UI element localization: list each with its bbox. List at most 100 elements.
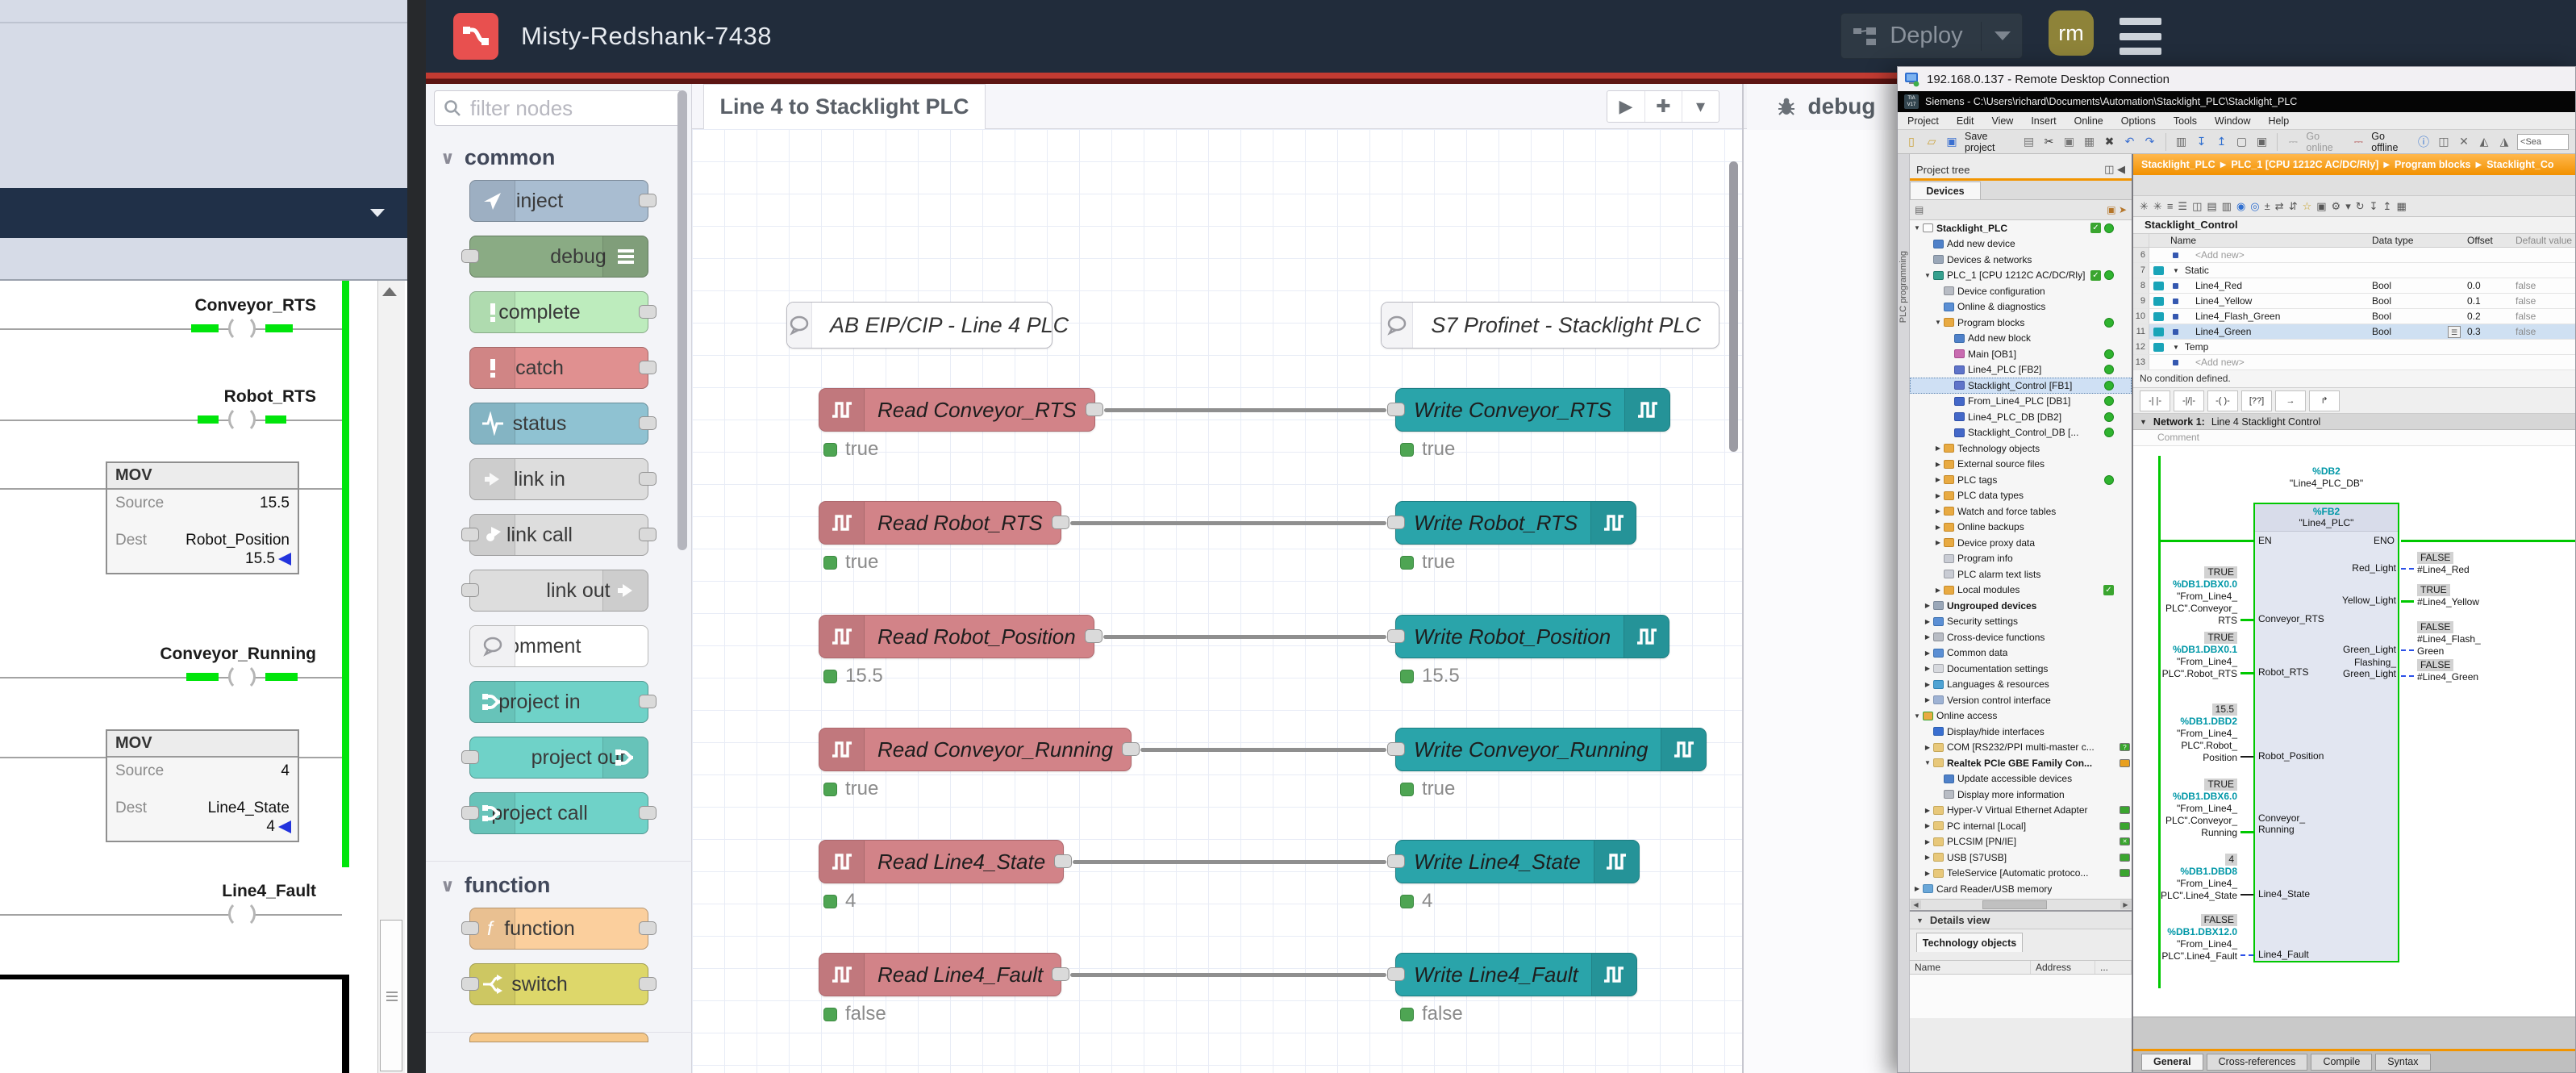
editor-tool-10[interactable]: ⇄ xyxy=(2275,200,2284,213)
tree-expander[interactable]: ▶ xyxy=(1934,445,1942,452)
output-port[interactable] xyxy=(639,806,657,820)
input-port[interactable] xyxy=(1387,742,1405,756)
editor-tool-14[interactable]: ⚙ xyxy=(2332,200,2341,213)
palette-node-project-in[interactable]: project in xyxy=(469,681,648,723)
tree-item-stacklight-control-db-[interactable]: Stacklight_Control_DB [... xyxy=(1910,425,2132,441)
palette-section-header-function[interactable]: ∨function xyxy=(426,862,692,908)
output-port[interactable] xyxy=(639,416,657,430)
flow-node-read[interactable]: Read Conveyor_RTS xyxy=(819,388,1095,432)
input-port[interactable] xyxy=(1387,403,1405,416)
tree-expander[interactable]: ▶ xyxy=(1924,602,1932,609)
palette-node-status[interactable]: status xyxy=(469,403,648,445)
tree-expander[interactable]: ▶ xyxy=(1934,492,1942,499)
breadcrumb-item[interactable]: Stacklight_Co xyxy=(2486,159,2553,170)
palette-node-link-call[interactable]: link call xyxy=(469,514,648,556)
cut-icon[interactable]: ✂ xyxy=(2042,135,2057,148)
tia-left-dock-strip[interactable]: PLC programming xyxy=(1898,154,1910,1072)
flow-canvas[interactable]: AB EIP/CIP - Line 4 PLCS7 Profinet - Sta… xyxy=(692,129,1742,1073)
input-port[interactable] xyxy=(461,977,479,991)
tree-expander[interactable]: ▶ xyxy=(1934,461,1942,468)
palette-node-project-call[interactable]: project call xyxy=(469,792,648,834)
table-row-11[interactable]: 11Line4_GreenBool☰0.3false✓ xyxy=(2133,324,2575,340)
input-port[interactable] xyxy=(461,528,479,541)
scroll-left-icon[interactable]: ◀ xyxy=(1911,900,1921,909)
table-row-7[interactable]: 7▼Static xyxy=(2133,263,2575,278)
editor-tool-3[interactable]: ☰ xyxy=(2178,200,2187,213)
studio5000-collapsed-titlebar[interactable] xyxy=(0,188,407,238)
palette-node-function[interactable]: ffunction xyxy=(469,908,648,950)
tree-expander[interactable]: ▶ xyxy=(1934,476,1942,483)
scrollbar-thumb[interactable] xyxy=(380,920,402,1071)
redo-icon[interactable]: ↷ xyxy=(2143,135,2157,148)
tree-item-update-accessible-devices[interactable]: Update accessible devices xyxy=(1910,771,2132,787)
tree-item-online-access[interactable]: ▼Online access xyxy=(1910,708,2132,724)
output-port[interactable] xyxy=(639,528,657,541)
undo-icon[interactable]: ↶ xyxy=(2123,135,2137,148)
mov-instruction-block[interactable]: MOVSource4DestLine4_State4 xyxy=(106,729,299,842)
output-port[interactable] xyxy=(639,194,657,207)
deploy-button[interactable]: Deploy xyxy=(1840,13,2023,59)
tree-expander[interactable]: ▶ xyxy=(1924,870,1932,877)
editor-tool-7[interactable]: ◉ xyxy=(2236,200,2245,213)
deploy-options-caret[interactable] xyxy=(1995,31,2011,40)
editor-tool-13[interactable]: ▣ xyxy=(2316,200,2326,213)
group-expander[interactable]: ▼ xyxy=(2173,267,2179,274)
menu-tools[interactable]: Tools xyxy=(2174,115,2197,127)
breadcrumb-item[interactable]: PLC_1 [CPU 1212C AC/DC/Rly] xyxy=(2231,159,2378,170)
tree-item-external-source-files[interactable]: ▶External source files xyxy=(1910,457,2132,473)
tree-item-line4-plc-db-db2-[interactable]: Line4_PLC_DB [DB2] xyxy=(1910,409,2132,425)
tree-item-display-hide-interfaces[interactable]: Display/hide interfaces xyxy=(1910,724,2132,740)
editor-tool-12[interactable]: ☆ xyxy=(2303,200,2312,213)
tree-expander[interactable]: ▼ xyxy=(1934,319,1942,326)
output-port[interactable] xyxy=(1086,403,1103,416)
split-vertical-icon[interactable]: ◮ xyxy=(2497,135,2511,148)
menu-options[interactable]: Options xyxy=(2121,115,2156,127)
tree-item-from-line4-plc-db1-[interactable]: From_Line4_PLC [DB1] xyxy=(1910,394,2132,410)
tia-search-input[interactable] xyxy=(2517,134,2569,150)
editor-tool-8[interactable]: ◎ xyxy=(2250,200,2259,213)
flow-tab[interactable]: Line 4 to Stacklight PLC xyxy=(703,84,986,129)
tree-expander[interactable]: ▶ xyxy=(1934,587,1942,594)
output-port[interactable] xyxy=(639,921,657,935)
flow-node-write[interactable]: Write Conveyor_Running xyxy=(1395,728,1707,771)
output-port[interactable] xyxy=(1122,742,1140,756)
tree-item-security-settings[interactable]: ▶Security settings xyxy=(1910,614,2132,630)
breadcrumb-item[interactable]: Program blocks xyxy=(2395,159,2470,170)
tree-item-technology-objects[interactable]: ▶Technology objects xyxy=(1910,440,2132,457)
flow-wire[interactable] xyxy=(1070,973,1386,977)
main-menu-button[interactable] xyxy=(2120,18,2161,55)
compile-icon[interactable]: ▥ xyxy=(2174,135,2188,148)
add-flow-button[interactable]: ✚ xyxy=(1644,91,1682,122)
tree-item-plcsim-pn-ie-[interactable]: ▶PLCSIM [PN/IE]✕ xyxy=(1910,834,2132,850)
devices-tab[interactable]: Devices xyxy=(1910,182,1981,199)
details-view-header[interactable]: ▼ Details view xyxy=(1910,912,2132,929)
tree-item-main-ob1-[interactable]: Main [OB1] xyxy=(1910,346,2132,362)
table-row-12[interactable]: 12▼Temp xyxy=(2133,340,2575,355)
palette-node-link-out[interactable]: link out xyxy=(469,570,648,612)
palette-scrollbar-thumb[interactable] xyxy=(677,90,687,550)
output-port[interactable] xyxy=(639,472,657,486)
tree-expander[interactable]: ▼ xyxy=(1924,272,1932,279)
palette-node-complete[interactable]: complete xyxy=(469,291,648,333)
editor-tool-0[interactable]: ✳ xyxy=(2140,200,2149,213)
canvas-vertical-scrollbar[interactable] xyxy=(1729,161,1738,452)
tree-item-online-backups[interactable]: ▶Online backups xyxy=(1910,520,2132,536)
tree-item-plc-tags[interactable]: ▶PLC tags xyxy=(1910,472,2132,488)
palette-node-inject[interactable]: inject xyxy=(469,180,648,222)
network-comment[interactable]: Comment xyxy=(2133,430,2575,446)
go-offline-label[interactable]: Go offline xyxy=(2371,131,2411,153)
palette-node-comment[interactable]: comment xyxy=(469,625,648,667)
breadcrumb[interactable]: Stacklight_PLC▶PLC_1 [CPU 1212C AC/DC/Rl… xyxy=(2133,154,2575,175)
scroll-up-icon[interactable] xyxy=(382,287,397,296)
save-project-label[interactable]: Save project xyxy=(1965,131,2016,153)
table-row-6[interactable]: 6<Add new> xyxy=(2133,248,2575,263)
flow-wire[interactable] xyxy=(1103,635,1386,639)
menu-online[interactable]: Online xyxy=(2074,115,2103,127)
rdp-titlebar[interactable]: 192.168.0.137 - Remote Desktop Connectio… xyxy=(1898,67,2575,91)
editor-tool-15[interactable]: ▾ xyxy=(2345,200,2351,213)
tree-expander[interactable]: ▶ xyxy=(1924,807,1932,814)
upload-from-device-icon[interactable]: ↥ xyxy=(2214,135,2228,148)
flow-wire[interactable] xyxy=(1104,408,1386,412)
tree-expander[interactable]: ▼ xyxy=(1924,759,1932,766)
editor-tool-18[interactable]: ↥ xyxy=(2383,200,2392,213)
